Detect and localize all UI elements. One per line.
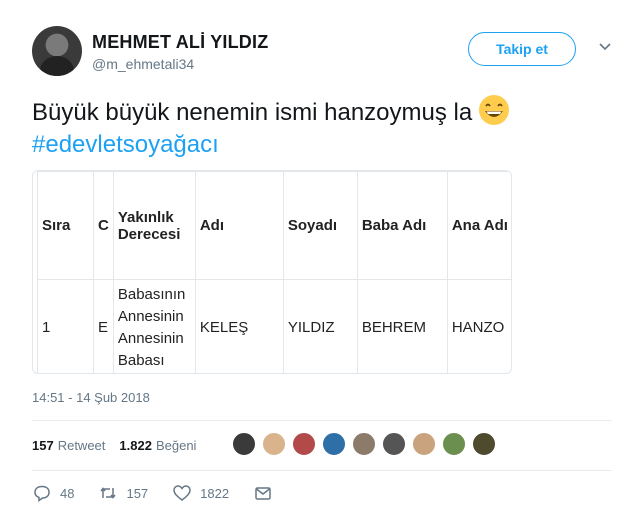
like-stat[interactable]: 1.822 Beğeni xyxy=(119,438,196,453)
column-header-adi: Adı xyxy=(194,171,284,280)
column-header-yakinlik: Yakınlık Derecesi xyxy=(112,171,196,280)
avatar[interactable] xyxy=(382,432,406,456)
retweet-stat-count: 157 xyxy=(32,437,54,453)
tweet-actions: 48 157 1822 xyxy=(32,483,305,503)
avatar[interactable] xyxy=(322,432,346,456)
avatar[interactable] xyxy=(442,432,466,456)
tweet-timestamp[interactable]: 14:51 - 14 Şub 2018 xyxy=(32,390,150,405)
avatar[interactable] xyxy=(32,26,82,76)
heart-icon xyxy=(173,485,191,501)
cell-yakinlik: Babasının Annesinin Annesinin Babası xyxy=(112,279,196,373)
family-tree-table: Sıra C Yakınlık Derecesi Adı Soyadı Baba… xyxy=(37,171,511,373)
column-header-soyadi: Soyadı xyxy=(282,171,358,280)
like-stat-count: 1.822 xyxy=(119,437,152,453)
tweet-text: Büyük büyük nenemin ismi hanzoymuş la xyxy=(32,94,622,130)
tweet-text-content: Büyük büyük nenemin ismi hanzoymuş la xyxy=(32,99,473,126)
column-header-ana-adi: Ana Adı xyxy=(446,171,511,280)
avatar[interactable] xyxy=(232,432,256,456)
cell-soyadi: YILDIZ xyxy=(282,279,358,373)
reply-count: 48 xyxy=(60,485,75,501)
hashtag-link[interactable]: #edevletsoyağacı xyxy=(32,128,219,162)
retweet-stat[interactable]: 157 Retweet xyxy=(32,438,105,453)
avatar[interactable] xyxy=(262,432,286,456)
avatar[interactable] xyxy=(292,432,316,456)
table-row: 1 E Babasının Annesinin Annesinin Babası… xyxy=(37,279,511,373)
reply-button[interactable]: 48 xyxy=(32,483,74,503)
follow-button[interactable]: Takip et xyxy=(468,32,576,66)
envelope-icon xyxy=(255,487,271,500)
cell-sira: 1 xyxy=(37,279,94,373)
retweet-count: 157 xyxy=(126,485,149,501)
retweet-stat-label: Retweet xyxy=(57,437,106,453)
divider xyxy=(32,420,612,421)
cell-c: E xyxy=(93,279,114,373)
avatar[interactable] xyxy=(352,432,376,456)
user-handle[interactable]: @m_ehmetali34 xyxy=(92,56,194,72)
direct-message-button[interactable] xyxy=(253,483,281,503)
chevron-down-icon[interactable] xyxy=(598,40,612,54)
user-name[interactable]: MEHMET ALİ YILDIZ xyxy=(92,32,268,53)
column-header-c: C xyxy=(93,171,114,280)
column-header-baba-adi: Baba Adı xyxy=(356,171,448,280)
like-count: 1822 xyxy=(200,485,230,501)
table-header-row: Sıra C Yakınlık Derecesi Adı Soyadı Baba… xyxy=(37,171,511,280)
liker-avatars xyxy=(232,432,502,456)
like-button[interactable]: 1822 xyxy=(172,483,229,503)
cell-adi: KELEŞ xyxy=(194,279,284,373)
attached-image[interactable]: Sıra C Yakınlık Derecesi Adı Soyadı Baba… xyxy=(32,170,512,374)
tweet-stats: 157 Retweet 1.822 Beğeni xyxy=(32,432,210,458)
retweet-button[interactable]: 157 xyxy=(98,483,148,503)
column-header-sira: Sıra xyxy=(37,171,94,280)
like-stat-label: Beğeni xyxy=(155,437,197,453)
grinning-face-icon xyxy=(479,95,510,125)
avatar[interactable] xyxy=(472,432,496,456)
retweet-icon xyxy=(100,487,117,499)
cell-baba-adi: BEHREM xyxy=(356,279,448,373)
reply-icon xyxy=(34,485,50,502)
cell-ana-adi: HANZO xyxy=(446,279,511,373)
avatar[interactable] xyxy=(412,432,436,456)
tweet-header: MEHMET ALİ YILDIZ @m_ehmetali34 Takip et xyxy=(32,24,622,84)
divider xyxy=(32,470,612,471)
